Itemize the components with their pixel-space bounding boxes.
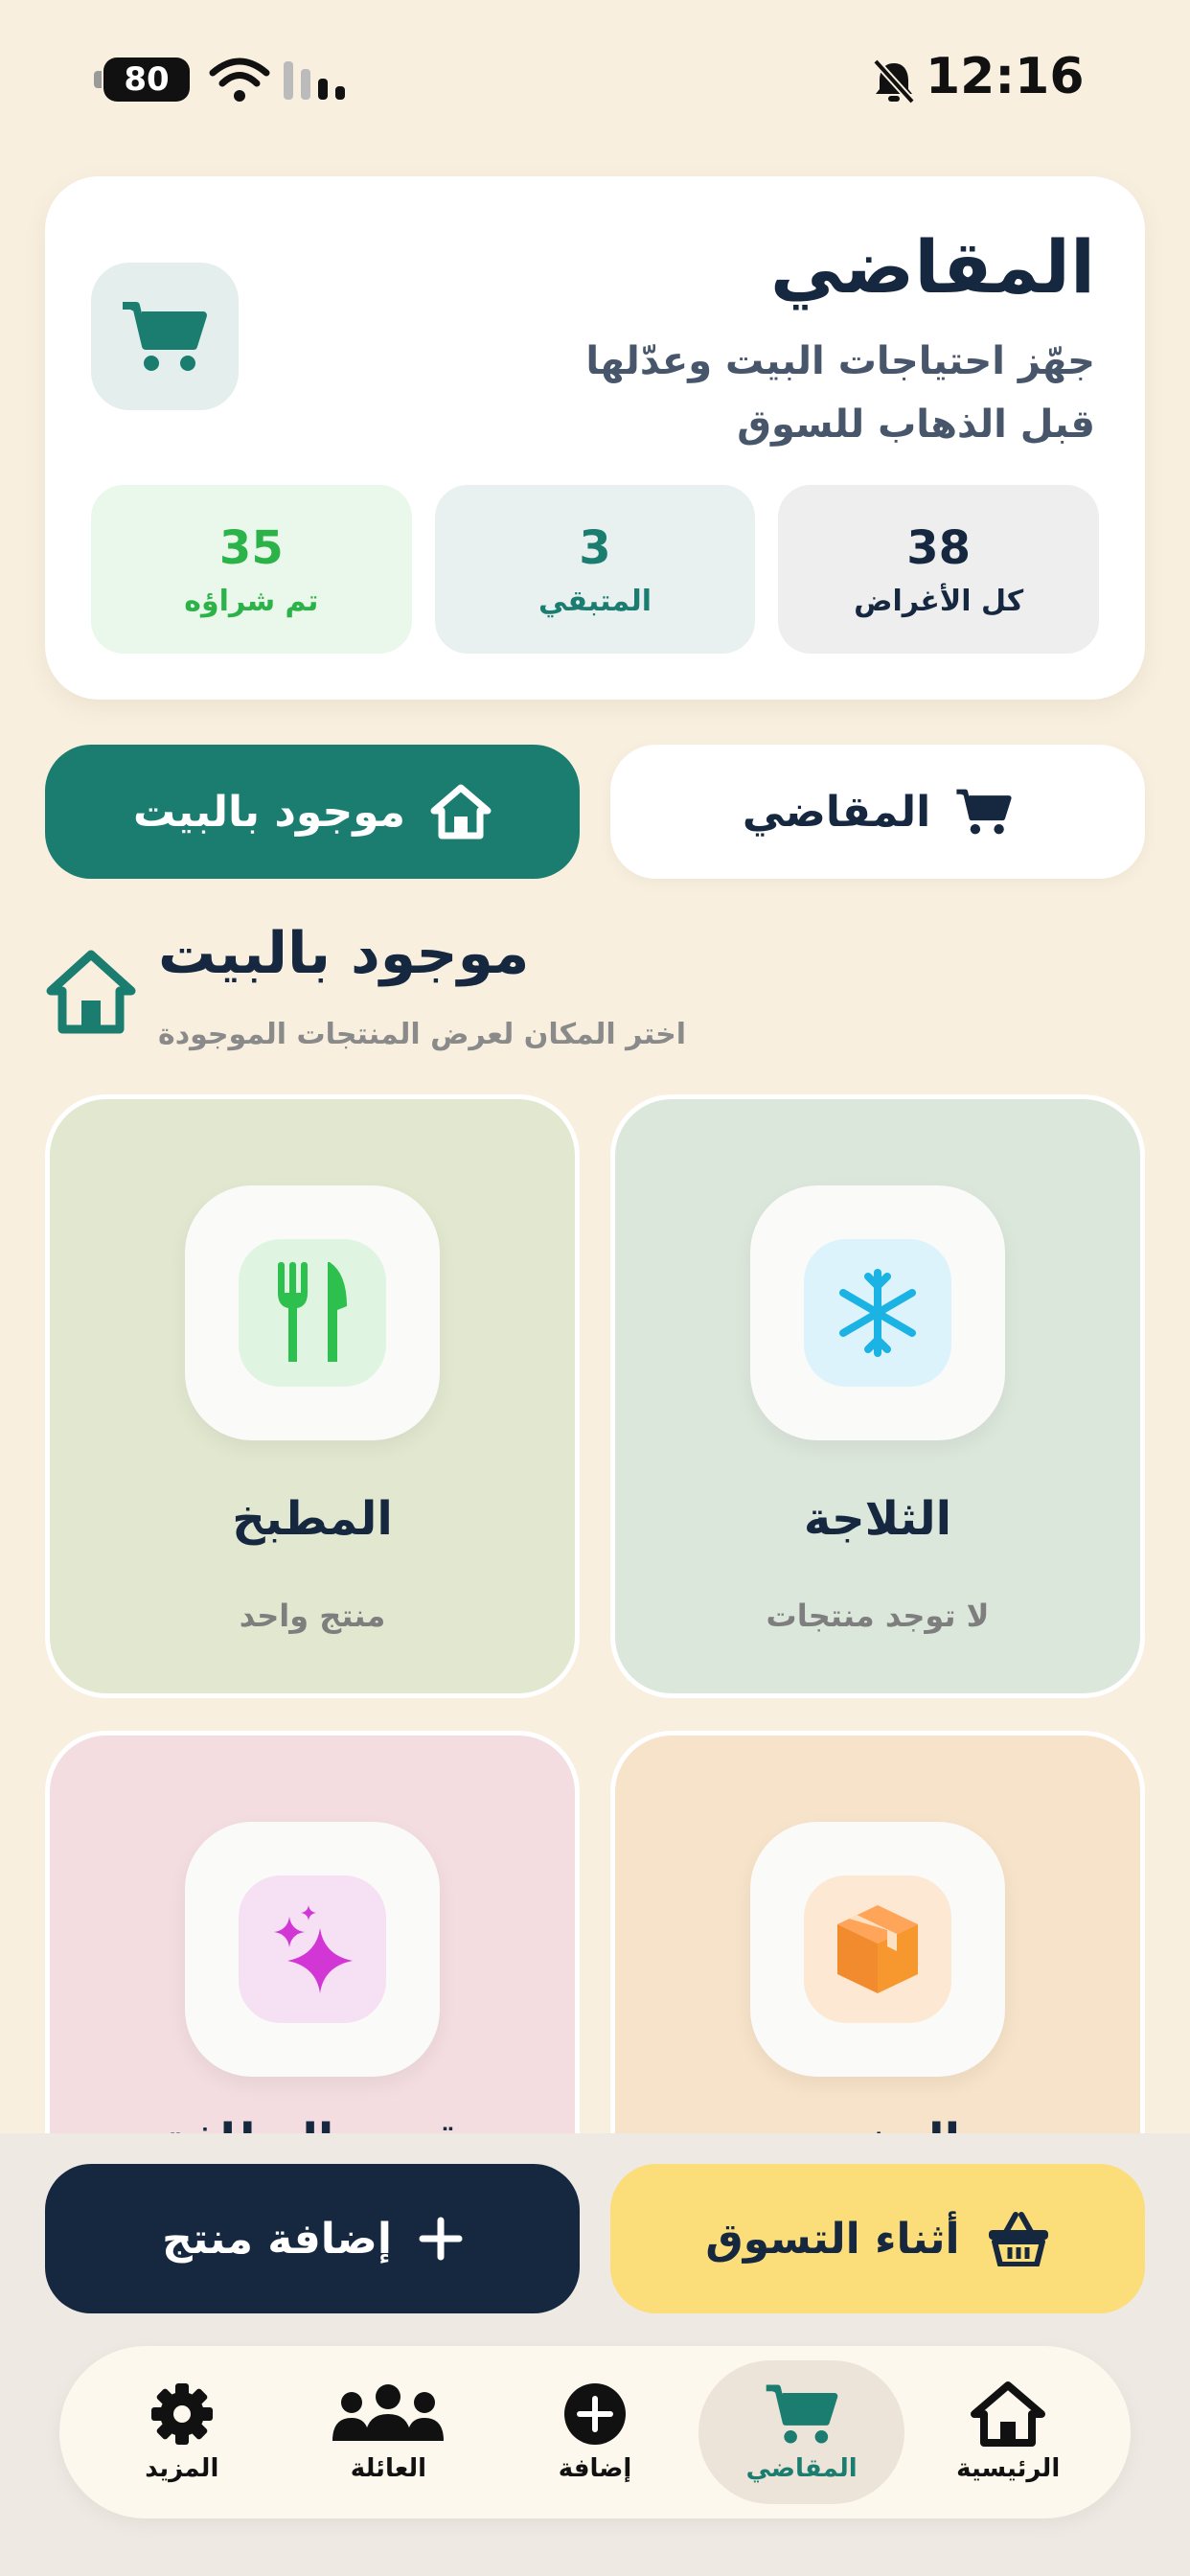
basket-icon: [988, 2212, 1048, 2266]
tab-label: موجود بالبيت: [132, 787, 406, 837]
stats-row: 38 كل الأغراض 3 المتبقي 35 تم شراؤه: [90, 485, 1099, 654]
location-name: المطبخ: [232, 1492, 393, 1546]
family-icon: [332, 2384, 445, 2441]
stat-label: تم شراؤه: [184, 584, 319, 618]
cellular-signal-icon: [284, 61, 345, 100]
location-name: الثلاجة: [803, 1492, 952, 1546]
stat-value: 38: [906, 520, 972, 575]
stat-value: 3: [579, 520, 611, 575]
cart-badge: [91, 263, 239, 410]
cart-icon: [766, 2384, 837, 2444]
box-icon: [837, 1905, 918, 1993]
wifi-icon: [209, 58, 270, 102]
shopping-mode-button[interactable]: أثناء التسوق: [610, 2164, 1145, 2313]
stat-purchased: 35 تم شراؤه: [90, 485, 412, 654]
tab-bar: الرئيسية المقاضي إضافة العائلة المزيد: [59, 2346, 1131, 2518]
tab-item-label: العائلة: [350, 2454, 427, 2483]
cart-icon: [123, 302, 207, 371]
location-icon-box: [750, 1822, 1005, 2077]
stat-value: 35: [218, 520, 284, 575]
tab-home[interactable]: الرئيسية: [904, 2360, 1111, 2504]
plus-circle-icon: [564, 2383, 627, 2445]
status-time: 12:16: [926, 48, 1085, 105]
battery-level: 80: [124, 60, 170, 99]
bell-muted-icon: [873, 58, 915, 104]
plus-icon: [419, 2217, 463, 2261]
battery-icon: 80: [94, 58, 190, 102]
tab-at-home[interactable]: موجود بالبيت: [45, 745, 580, 879]
utensils-icon: [278, 1262, 347, 1362]
tab-label: المقاضي: [742, 787, 931, 837]
stat-label: المتبقي: [538, 584, 652, 618]
location-card-fridge[interactable]: الثلاجة لا توجد منتجات: [610, 1094, 1145, 1698]
sparkles-icon: [274, 1905, 353, 1993]
location-icon-inner: [239, 1239, 386, 1387]
gear-icon: [150, 2383, 213, 2445]
stat-remaining: 3 المتبقي: [434, 485, 756, 654]
stat-label: كل الأغراض: [854, 584, 1024, 618]
location-count: منتج واحد: [239, 1598, 386, 1634]
tab-add[interactable]: إضافة: [492, 2360, 698, 2504]
location-icon-box: [185, 1822, 440, 2077]
bottom-panel: أثناء التسوق إضافة منتج الرئيسية المقاضي: [0, 2133, 1190, 2576]
add-product-button[interactable]: إضافة منتج: [45, 2164, 580, 2313]
summary-card: المقاضي جهّز احتياجات البيت وعدّلها قبل …: [45, 176, 1145, 700]
location-icon-box: [750, 1185, 1005, 1440]
location-card-kitchen[interactable]: المطبخ منتج واحد: [45, 1094, 580, 1698]
button-label: إضافة منتج: [162, 2214, 392, 2264]
status-bar: 80 12:16: [0, 0, 1190, 163]
location-icon-inner: [804, 1875, 951, 2023]
tab-family[interactable]: العائلة: [286, 2360, 492, 2504]
tab-shopping[interactable]: المقاضي: [698, 2360, 905, 2504]
tab-item-label: الرئيسية: [956, 2454, 1061, 2483]
section-subtitle: اختر المكان لعرض المنتجات الموجودة: [158, 1018, 686, 1051]
page-title: المقاضي: [769, 224, 1095, 310]
tab-item-label: المزيد: [145, 2454, 219, 2483]
location-icon-inner: [804, 1239, 951, 1387]
home-icon: [46, 950, 136, 1034]
button-label: أثناء التسوق: [705, 2214, 960, 2264]
stat-all-items: 38 كل الأغراض: [778, 485, 1099, 654]
cart-icon: [956, 789, 1012, 835]
page-subtitle: جهّز احتياجات البيت وعدّلها قبل الذهاب ل…: [585, 339, 1095, 447]
home-icon: [430, 784, 492, 840]
tab-shopping-list[interactable]: المقاضي: [610, 745, 1145, 879]
snowflake-icon: [839, 1269, 916, 1357]
home-icon: [971, 2381, 1046, 2447]
section-title: موجود بالبيت: [158, 920, 530, 987]
tab-item-label: إضافة: [558, 2454, 632, 2483]
tab-item-label: المقاضي: [745, 2454, 858, 2483]
location-count: لا توجد منتجات: [766, 1598, 990, 1634]
tab-more[interactable]: المزيد: [79, 2360, 286, 2504]
location-icon-box: [185, 1185, 440, 1440]
section-header: موجود بالبيت اختر المكان لعرض المنتجات ا…: [45, 920, 1145, 1051]
location-icon-inner: [239, 1875, 386, 2023]
